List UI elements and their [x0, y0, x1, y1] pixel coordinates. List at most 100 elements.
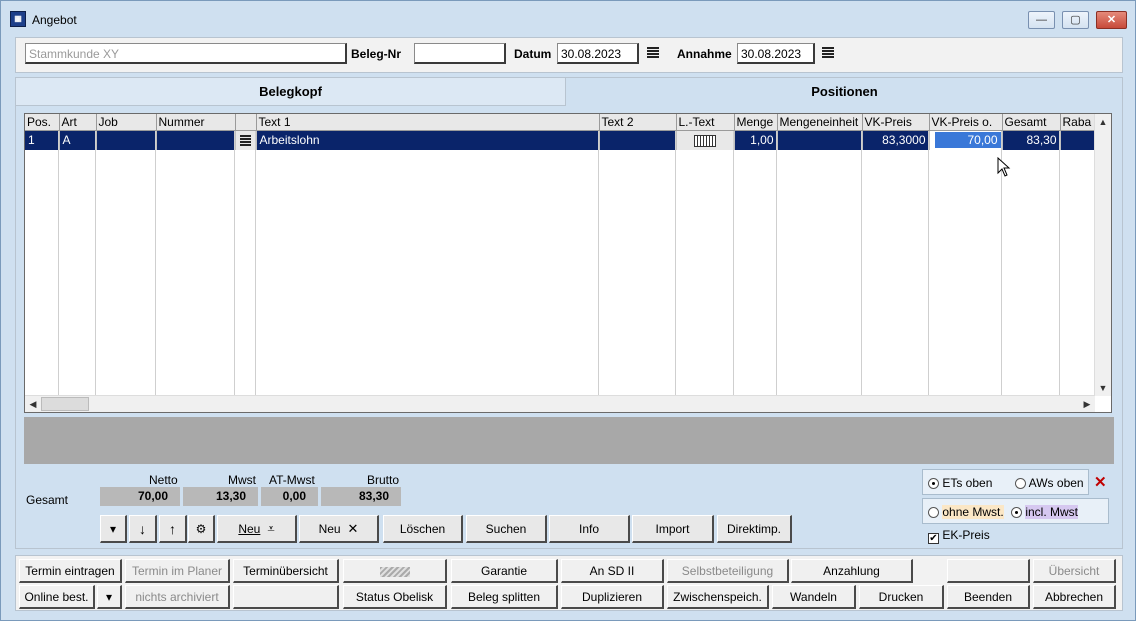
cell-vk-preis[interactable]: 83,3000 — [862, 130, 930, 150]
col-job[interactable]: Job — [96, 114, 157, 131]
incl-mwst-label: incl. Mwst — [1025, 505, 1079, 519]
vk-preis-o-editor[interactable]: 70,00 — [930, 132, 1001, 149]
cell-lines-icon[interactable] — [235, 130, 257, 150]
cell-vk-preis-o[interactable]: 70,00 — [929, 130, 1003, 150]
mwst-option-group: ohne Mwst. incl. Mwst — [922, 498, 1109, 524]
beleg-nr-field[interactable] — [414, 43, 506, 64]
cell-art[interactable]: A — [59, 130, 97, 150]
horizontal-scrollbar[interactable]: ◀ ▶ — [25, 395, 1095, 412]
uebersicht-button[interactable]: Übersicht — [1033, 559, 1116, 583]
remove-icon[interactable]: ✕ — [1094, 473, 1107, 491]
col-art[interactable]: Art — [59, 114, 97, 131]
anzahlung-button[interactable]: Anzahlung — [791, 559, 913, 583]
brutto-label: Brutto — [367, 473, 400, 487]
cell-rabatt[interactable] — [1060, 130, 1095, 150]
grid-line — [58, 131, 59, 395]
direktimp-button[interactable]: Direktimp. — [717, 515, 792, 543]
ltext-icon[interactable] — [694, 135, 716, 148]
info-button[interactable]: Info — [549, 515, 630, 543]
zwischenspeich-button[interactable]: Zwischenspeich. — [667, 585, 769, 609]
minimize-button[interactable]: — — [1028, 11, 1055, 29]
radio-on-icon — [1011, 507, 1022, 518]
col-vk-preis[interactable]: VK-Preis — [862, 114, 930, 131]
neu-insert-button[interactable]: Neu ✕ — [299, 515, 379, 543]
status-obelisk-button[interactable]: Status Obelisk — [343, 585, 447, 609]
vertical-scrollbar[interactable]: ▲ ▼ — [1094, 114, 1111, 396]
ek-preis-checkbox[interactable]: ✔ EK-Preis — [928, 528, 990, 544]
move-down-button[interactable]: ↓ — [129, 515, 157, 543]
cell-job[interactable] — [96, 130, 157, 150]
scroll-down-icon[interactable]: ▼ — [1095, 380, 1111, 396]
termin-im-planer-button[interactable]: Termin im Planer — [125, 559, 230, 583]
abbrechen-button[interactable]: Abbrechen — [1033, 585, 1116, 609]
online-best-button[interactable]: Online best. — [19, 585, 95, 609]
annahme-label: Annahme — [677, 47, 732, 61]
col-pos[interactable]: Pos. — [25, 114, 60, 131]
scroll-left-icon[interactable]: ◀ — [25, 396, 41, 412]
col-menge[interactable]: Menge — [734, 114, 778, 131]
ets-oben-radio[interactable]: ETs oben — [928, 476, 992, 490]
col-gesamt[interactable]: Gesamt — [1002, 114, 1061, 131]
ohne-mwst-radio[interactable]: ohne Mwst. — [928, 505, 1004, 519]
beleg-splitten-button[interactable]: Beleg splitten — [451, 585, 558, 609]
terminuebersicht-button[interactable]: Terminübersicht — [233, 559, 339, 583]
cell-text2[interactable] — [599, 130, 677, 150]
col-ltext[interactable]: L.-Text — [676, 114, 735, 131]
garantie-button[interactable]: Garantie — [451, 559, 558, 583]
an-sd-ii-button[interactable]: An SD II — [561, 559, 664, 583]
close-button[interactable]: ✕ — [1096, 11, 1127, 29]
selbstbeteiligung-button[interactable]: Selbstbeteiligung — [667, 559, 789, 583]
wandeln-button[interactable]: Wandeln — [772, 585, 856, 609]
horizontal-scroll-thumb[interactable] — [41, 397, 89, 411]
online-best-dropdown[interactable]: ▾ — [97, 585, 122, 609]
ets-oben-label: ETs oben — [942, 476, 993, 490]
col-nummer[interactable]: Nummer — [156, 114, 236, 131]
cell-menge[interactable]: 1,00 — [734, 130, 778, 150]
beenden-button[interactable]: Beenden — [947, 585, 1030, 609]
aws-oben-label: AWs oben — [1028, 476, 1084, 490]
tab-positionen[interactable]: Positionen — [567, 78, 1122, 106]
tab-belegkopf[interactable]: Belegkopf — [16, 78, 566, 106]
move-up-button[interactable]: ↑ — [159, 515, 187, 543]
neu-append-button[interactable]: Neu ⩡ — [217, 515, 297, 543]
drucken-button[interactable]: Drucken — [859, 585, 944, 609]
blank-button-1[interactable] — [343, 559, 447, 583]
customer-field[interactable]: Stammkunde XY — [25, 43, 347, 64]
cell-ltext[interactable] — [676, 130, 735, 150]
long-text-area[interactable] — [24, 417, 1114, 464]
import-button[interactable]: Import — [632, 515, 714, 543]
neu-insert-label: Neu — [318, 522, 341, 536]
blank-button-2[interactable] — [947, 559, 1030, 583]
dropdown-button[interactable]: ▾ — [100, 515, 127, 543]
window-title: Angebot — [32, 13, 77, 27]
nichts-archiviert-button[interactable]: nichts archiviert — [125, 585, 230, 609]
loeschen-button[interactable]: Löschen — [383, 515, 463, 543]
termin-eintragen-button[interactable]: Termin eintragen — [19, 559, 122, 583]
table-row[interactable]: 1 A Arbeitslohn 1,00 83,3000 70,00 83,30 — [25, 130, 1095, 150]
blank-button-3[interactable] — [233, 585, 339, 609]
col-mengeneinheit[interactable]: Mengeneinheit — [777, 114, 863, 131]
cell-text1[interactable]: Arbeitslohn — [256, 130, 600, 150]
annahme-field[interactable]: 30.08.2023 — [737, 43, 815, 64]
scroll-up-icon[interactable]: ▲ — [1095, 114, 1111, 130]
col-vk-preis-o[interactable]: VK-Preis o. — [929, 114, 1003, 131]
duplizieren-button[interactable]: Duplizieren — [561, 585, 664, 609]
col-blank[interactable] — [235, 114, 257, 131]
settings-button[interactable]: ⚙ — [188, 515, 215, 543]
datum-calendar-icon[interactable] — [647, 47, 659, 59]
cell-pos[interactable]: 1 — [25, 130, 60, 150]
col-text2[interactable]: Text 2 — [599, 114, 677, 131]
maximize-button[interactable]: ▢ — [1062, 11, 1089, 29]
mwst-value: 13,30 — [183, 487, 258, 506]
cell-einheit[interactable] — [777, 130, 863, 150]
col-rabatt[interactable]: Raba — [1060, 114, 1095, 131]
scroll-right-icon[interactable]: ▶ — [1079, 396, 1095, 412]
incl-mwst-radio[interactable]: incl. Mwst — [1011, 505, 1079, 519]
suchen-button[interactable]: Suchen — [466, 515, 547, 543]
annahme-calendar-icon[interactable] — [822, 47, 834, 59]
aws-oben-radio[interactable]: AWs oben — [1015, 476, 1084, 490]
col-text1[interactable]: Text 1 — [256, 114, 600, 131]
datum-field[interactable]: 30.08.2023 — [557, 43, 639, 64]
cell-gesamt[interactable]: 83,30 — [1002, 130, 1061, 150]
cell-nummer[interactable] — [156, 130, 236, 150]
